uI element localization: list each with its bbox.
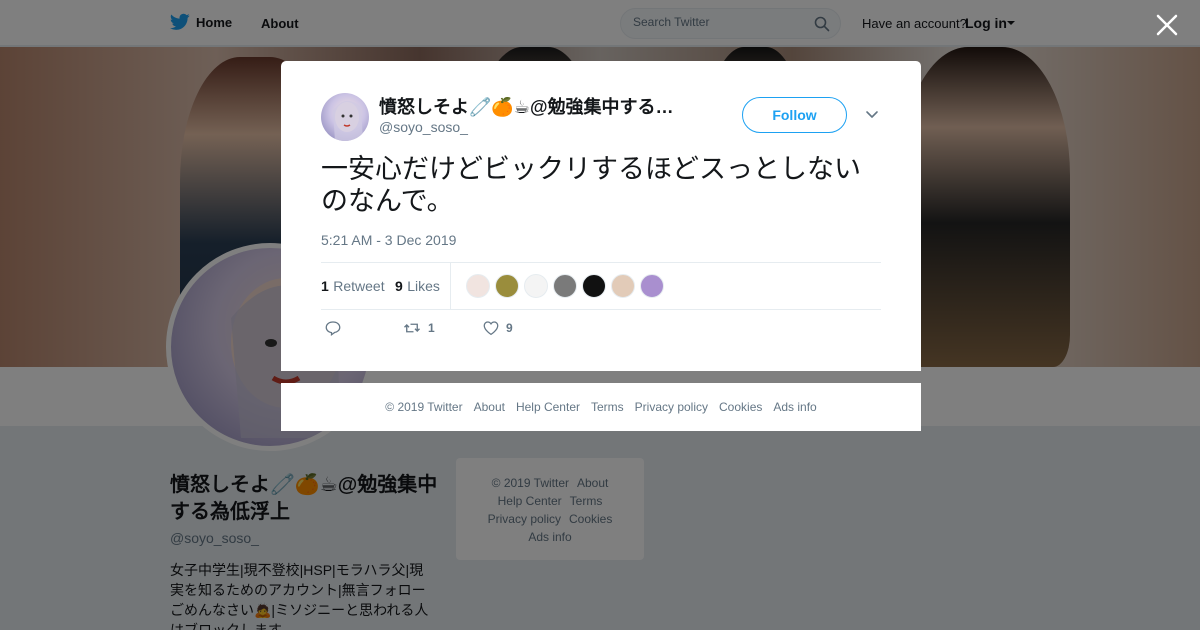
liker-avatar[interactable] bbox=[640, 274, 664, 298]
liker-avatar[interactable] bbox=[611, 274, 635, 298]
stats-separator bbox=[450, 263, 451, 310]
like-button[interactable]: 9 bbox=[482, 319, 513, 337]
likers-avatars bbox=[466, 274, 664, 298]
retweet-icon bbox=[404, 323, 420, 333]
like-action-count: 9 bbox=[506, 321, 513, 335]
footer-terms-link[interactable]: Terms bbox=[591, 400, 624, 414]
divider bbox=[321, 309, 881, 310]
footer-about-link[interactable]: About bbox=[474, 400, 505, 414]
footer-copyright: © 2019 Twitter bbox=[385, 400, 463, 414]
retweet-stat-label: Retweet bbox=[333, 278, 385, 294]
tweet-author-avatar[interactable] bbox=[321, 93, 369, 141]
likes-stat[interactable]: 9 Likes bbox=[395, 278, 440, 296]
retweet-button[interactable]: 1 bbox=[402, 319, 435, 337]
avatar-illustration-icon bbox=[333, 100, 363, 141]
modal-footer: © 2019 Twitter About Help Center Terms P… bbox=[281, 383, 921, 431]
like-count: 9 bbox=[395, 278, 403, 294]
retweet-count: 1 bbox=[321, 278, 329, 294]
likes-stat-label: Likes bbox=[407, 278, 440, 294]
retweet-stat[interactable]: 1 Retweet bbox=[321, 278, 385, 296]
footer-cookies-link[interactable]: Cookies bbox=[719, 400, 762, 414]
footer-help-link[interactable]: Help Center bbox=[516, 400, 580, 414]
reply-icon bbox=[325, 321, 341, 337]
tweet-stats: 1 Retweet 9 Likes bbox=[321, 263, 881, 310]
tweet-author-name[interactable]: 憤怒しそよ🧷🍊☕@勉強集中する… bbox=[379, 93, 689, 119]
follow-button[interactable]: Follow bbox=[742, 97, 847, 133]
tweet-modal: 憤怒しそよ🧷🍊☕@勉強集中する… @soyo_soso_ Follow 一安心だ… bbox=[281, 61, 921, 371]
liker-avatar[interactable] bbox=[495, 274, 519, 298]
footer-ads-link[interactable]: Ads info bbox=[773, 400, 816, 414]
tweet-author-handle[interactable]: @soyo_soso_ bbox=[379, 119, 468, 135]
retweet-action-count: 1 bbox=[428, 321, 435, 335]
close-icon[interactable] bbox=[1154, 12, 1180, 38]
tweet-actions: 1 9 bbox=[321, 319, 621, 343]
footer-privacy-link[interactable]: Privacy policy bbox=[635, 400, 708, 414]
liker-avatar[interactable] bbox=[524, 274, 548, 298]
tweet-timestamp[interactable]: 5:21 AM - 3 Dec 2019 bbox=[321, 232, 456, 248]
liker-avatar[interactable] bbox=[582, 274, 606, 298]
chevron-down-icon[interactable] bbox=[864, 107, 880, 123]
reply-button[interactable] bbox=[324, 319, 342, 337]
liker-avatar[interactable] bbox=[466, 274, 490, 298]
tweet-text: 一安心だけどビックリするほどスっとしないのなんで。 bbox=[321, 154, 861, 216]
liker-avatar[interactable] bbox=[553, 274, 577, 298]
heart-icon bbox=[483, 321, 499, 336]
